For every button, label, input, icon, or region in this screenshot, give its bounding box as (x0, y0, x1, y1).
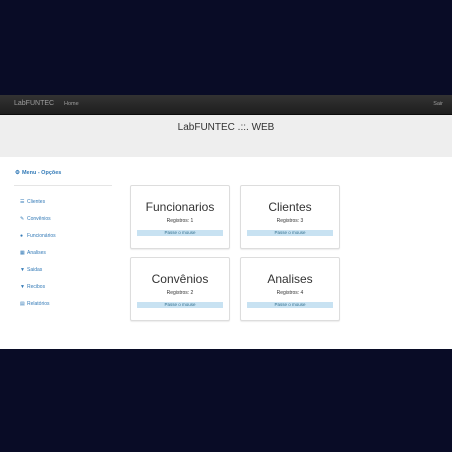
card-count: Registros: 4 (276, 290, 304, 296)
sidebar-item-label: Convênios (27, 216, 51, 222)
logout-link[interactable]: Sair (433, 101, 443, 107)
nav-home-link[interactable]: Home (64, 101, 79, 107)
card-hover-button[interactable]: Passe o mouse (137, 302, 223, 308)
sidebar-item-relatorios[interactable]: ▤ Relatórios (20, 301, 50, 307)
card-count: Registros: 3 (276, 218, 304, 224)
sidebar-divider (14, 185, 112, 186)
sidebar-item-funcionarios[interactable]: ● Funcionários (20, 233, 56, 239)
card-title: Convênios (151, 272, 209, 286)
card-hover-button[interactable]: Passe o mouse (247, 302, 333, 308)
sidebar-item-label: Saidas (27, 267, 43, 273)
sidebar-item-analises[interactable]: ▦ Analises (20, 250, 46, 256)
sidebar-item-label: Clientes (27, 199, 46, 205)
gear-icon: ⚙ (15, 170, 20, 176)
sidebar-item-recibos[interactable]: ▼ Recibos (20, 284, 45, 290)
th-list-icon: ▦ (20, 250, 25, 256)
card-convenios: Convênios Registros: 2 Passe o mouse (130, 257, 230, 321)
user-icon: ● (20, 233, 24, 239)
card-count: Registros: 1 (166, 218, 194, 224)
brand-link[interactable]: LabFUNTEC (14, 100, 54, 107)
card-funcionarios: Funcionarios Registros: 1 Passe o mouse (130, 185, 230, 249)
header-banner: LabFUNTEC .::. WEB (0, 115, 452, 157)
sidebar-item-clientes[interactable]: ☰ Clientes (20, 199, 45, 205)
card-title: Funcionarios (145, 200, 215, 214)
sidebar-item-label: Funcionários (27, 233, 56, 239)
list-icon: ☰ (20, 199, 25, 205)
sidebar-item-label: Relatórios (27, 301, 50, 307)
app-window: LabFUNTEC Home Sair LabFUNTEC .::. WEB ⚙… (0, 95, 452, 349)
page-title: LabFUNTEC .::. WEB (177, 122, 275, 133)
card-clientes: Clientes Registros: 3 Passe o mouse (240, 185, 340, 249)
sidebar-item-saidas[interactable]: ▼ Saidas (20, 267, 42, 273)
cart-icon: ▼ (20, 267, 25, 273)
card-title: Analises (267, 272, 313, 286)
card-count: Registros: 2 (166, 290, 194, 296)
sidebar-title: ⚙ Menu - Opções (15, 170, 61, 176)
calendar-icon: ▤ (20, 301, 25, 307)
sidebar-item-label: Recibos (27, 284, 46, 290)
card-hover-button[interactable]: Passe o mouse (137, 230, 223, 236)
navbar: LabFUNTEC Home Sair (0, 95, 452, 115)
sidebar-title-text: Menu - Opções (21, 170, 62, 176)
card-title: Clientes (268, 200, 312, 214)
cart-icon: ▼ (20, 284, 25, 290)
sidebar-item-convenios[interactable]: ✎ Convênios (20, 216, 51, 222)
sidebar-item-label: Analises (27, 250, 46, 256)
card-analises: Analises Registros: 4 Passe o mouse (240, 257, 340, 321)
wrench-icon: ✎ (20, 216, 25, 222)
card-hover-button[interactable]: Passe o mouse (247, 230, 333, 236)
